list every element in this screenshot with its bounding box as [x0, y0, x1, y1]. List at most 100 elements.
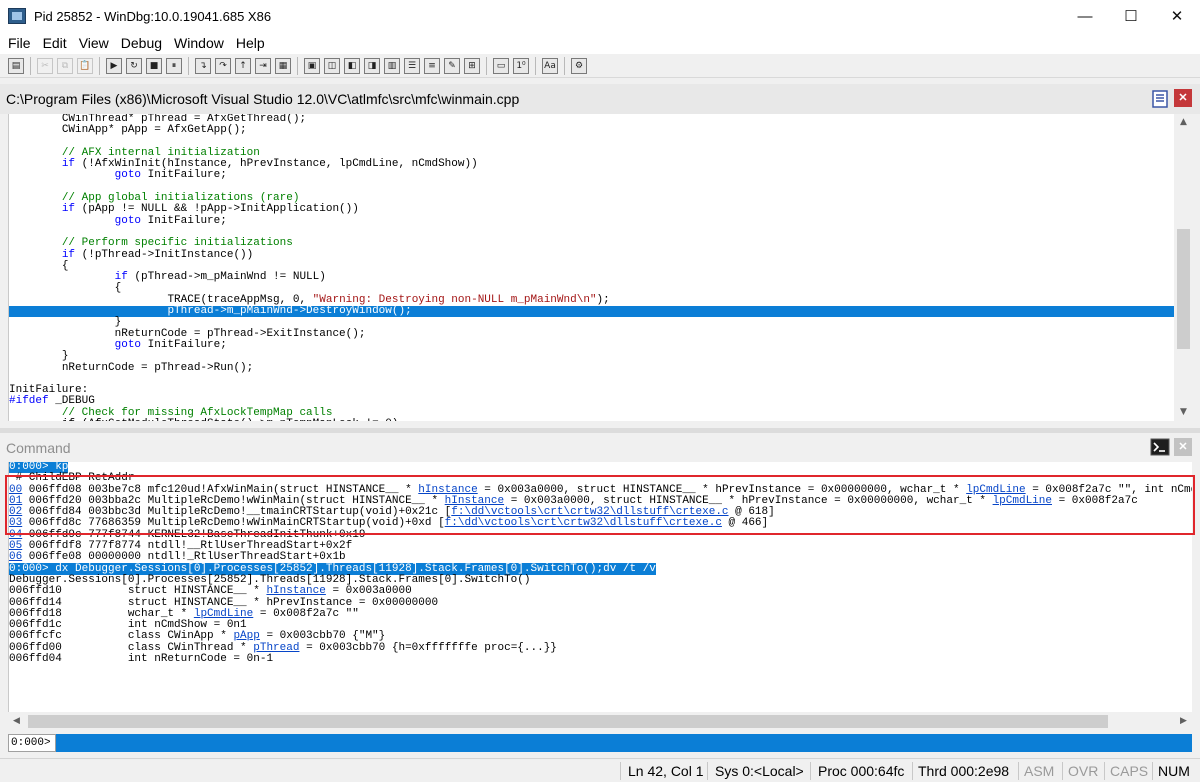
source-token: (!pThread->InitInstance()): [75, 248, 254, 261]
command-text: = 0x003a0000, struct HINSTANCE__ * hPrev…: [504, 494, 993, 507]
dml-link[interactable]: hInstance: [445, 495, 504, 507]
source-line: if (AfxGetModuleThreadState()->m_nTempMa…: [9, 418, 1174, 421]
scroll-left-arrow-icon[interactable]: ◀: [8, 713, 25, 730]
command-text: @ 618]: [728, 506, 775, 519]
source-scroll-thumb[interactable]: [1177, 229, 1190, 349]
run-to-cursor-icon[interactable]: ⇥: [255, 57, 271, 74]
scroll-down-arrow-icon[interactable]: ▼: [1175, 404, 1192, 421]
command-output-view[interactable]: 0:000> kp # ChildEBP RetAddr 00 006ffd08 …: [8, 462, 1192, 712]
restart-icon[interactable]: ↻: [126, 57, 142, 74]
minimize-button[interactable]: —: [1062, 0, 1108, 32]
step-into-icon[interactable]: ↴: [195, 57, 211, 74]
open-icon[interactable]: ▤: [8, 57, 24, 74]
source-token: #ifdef: [9, 395, 49, 408]
font-icon[interactable]: Aa: [542, 57, 558, 74]
menu-edit[interactable]: Edit: [37, 35, 73, 51]
cut-icon[interactable]: ✂: [37, 57, 53, 74]
source-token: if: [61, 203, 76, 216]
menu-view[interactable]: View: [73, 35, 115, 51]
maximize-button[interactable]: ☐: [1108, 0, 1154, 32]
source-token: goto: [114, 214, 142, 227]
source-token: pThread->m_pMainWnd->DestroyWindow();: [167, 305, 412, 318]
source-token: if: [114, 271, 128, 284]
go-icon[interactable]: ▶: [106, 57, 122, 74]
source-line: goto InitFailure;: [9, 214, 1174, 227]
close-command-pane-button[interactable]: ✕: [1174, 438, 1192, 456]
dml-link[interactable]: lpCmdLine: [993, 495, 1052, 507]
source-token: nReturnCode = pThread->Run();: [61, 361, 254, 374]
command-text: @ 466]: [721, 517, 769, 530]
source-token: {: [114, 282, 122, 295]
dml-link[interactable]: pThread: [253, 642, 299, 654]
dml-link[interactable]: lpCmdLine: [966, 484, 1025, 496]
dml-link[interactable]: f:\dd\vctools\crt\crtw32\dllstuff\crtexe…: [451, 506, 728, 518]
source-code-view[interactable]: CWinThread* pThread = AfxGetThread(); CW…: [8, 114, 1174, 421]
disassembly-icon[interactable]: ≡: [424, 57, 440, 74]
options-icon[interactable]: ⚙: [571, 57, 587, 74]
command-horizontal-scrollbar[interactable]: ◀ ▶: [8, 713, 1192, 730]
paste-icon[interactable]: 📋: [77, 57, 93, 74]
stop-icon[interactable]: ■: [146, 57, 162, 74]
frame-number-link[interactable]: 01: [9, 495, 22, 507]
command-pane-title: Command: [6, 440, 71, 456]
frame-number-link[interactable]: 03: [9, 517, 22, 529]
source-line: goto InitFailure;: [9, 170, 1174, 181]
menu-file[interactable]: File: [2, 35, 37, 51]
menu-window[interactable]: Window: [168, 35, 230, 51]
command-window-icon[interactable]: ▣: [304, 57, 320, 74]
command-scroll-thumb[interactable]: [28, 715, 1108, 728]
frame-number-link[interactable]: 00: [9, 484, 22, 496]
break-icon[interactable]: ⏸: [166, 57, 182, 74]
source-token: goto: [114, 338, 142, 351]
close-source-pane-button[interactable]: ✕: [1174, 89, 1192, 107]
command-text: Debugger.Sessions[0].Processes[25852].Th…: [9, 573, 531, 586]
memory-window-icon[interactable]: ▥: [384, 57, 400, 74]
command-prompt: 0:000>: [8, 734, 56, 752]
watch-window-icon[interactable]: ◫: [324, 57, 340, 74]
command-pane-header: Command ✕: [0, 433, 1200, 463]
dml-link[interactable]: hInstance: [266, 585, 325, 597]
processes-threads-icon[interactable]: ⊞: [464, 57, 480, 74]
command-text: = 0x003a0000, struct HINSTANCE__ * hPrev…: [477, 483, 967, 496]
source-token: InitFailure;: [141, 338, 227, 351]
step-over-icon[interactable]: ↷: [215, 57, 231, 74]
source-token: // Perform specific initializations: [61, 237, 293, 250]
source-mode-toggle-icon[interactable]: ▭: [493, 57, 509, 74]
toolbar-separator: [564, 56, 565, 75]
command-text: 006ffd9c 777f8744 KERNEL32!BaseThreadIni…: [22, 528, 366, 541]
source-token: if: [61, 248, 76, 261]
close-window-button[interactable]: ✕: [1154, 0, 1200, 32]
copy-icon[interactable]: ⧉: [57, 57, 73, 74]
source-window-icon[interactable]: [1150, 89, 1170, 109]
source-token: // Check for missing AfxLockTempMap call…: [61, 406, 333, 419]
hex-display-icon[interactable]: 1⁰: [513, 57, 529, 74]
dml-link[interactable]: lpCmdLine: [194, 608, 253, 620]
frame-number-link[interactable]: 04: [9, 529, 22, 541]
command-window-icon[interactable]: [1150, 437, 1170, 457]
source-mode-icon[interactable]: ▦: [275, 57, 291, 74]
command-text: 006ffcfc class CWinApp *: [9, 630, 234, 643]
scratch-pad-icon[interactable]: ✎: [444, 57, 460, 74]
frame-number-link[interactable]: 02: [9, 506, 22, 518]
menu-debug[interactable]: Debug: [115, 35, 168, 51]
registers-window-icon[interactable]: ◨: [364, 57, 380, 74]
dml-link[interactable]: hInstance: [418, 484, 477, 496]
locals-window-icon[interactable]: ◧: [344, 57, 360, 74]
call-stack-icon[interactable]: ☰: [404, 57, 420, 74]
menu-help[interactable]: Help: [230, 35, 271, 51]
dml-link[interactable]: f:\dd\vctools\crt\crtw32\dllstuff\crtexe…: [445, 517, 722, 529]
command-input[interactable]: [56, 734, 1192, 752]
current-source-line: pThread->m_pMainWnd->DestroyWindow();: [9, 305, 1174, 318]
command-text: = 0x003cbb70 {h=0xfffffffe proc={...}}: [299, 641, 557, 654]
scroll-right-arrow-icon[interactable]: ▶: [1175, 713, 1192, 730]
source-token: (pThread->m_pMainWnd != NULL): [127, 271, 326, 284]
command-text: = 0x008f2a7c: [1052, 494, 1138, 507]
source-token: (pApp != NULL && !pApp->InitApplication(…: [75, 203, 359, 216]
status-line-col: Ln 42, Col 1: [628, 763, 704, 779]
frame-number-link[interactable]: 06: [9, 551, 22, 563]
dml-link[interactable]: pApp: [233, 630, 259, 642]
source-vertical-scrollbar[interactable]: ▲ ▼: [1175, 114, 1192, 421]
step-out-icon[interactable]: ↑: [235, 57, 251, 74]
scroll-up-arrow-icon[interactable]: ▲: [1175, 114, 1192, 131]
frame-number-link[interactable]: 05: [9, 540, 22, 552]
